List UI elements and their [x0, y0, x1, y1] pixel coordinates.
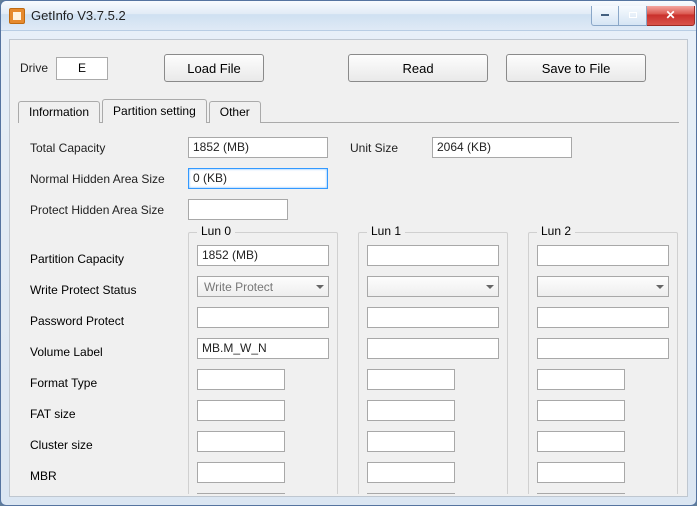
minimize-button[interactable]: [591, 6, 619, 26]
lun2-volume-label[interactable]: [537, 338, 669, 359]
close-icon: ✕: [665, 8, 675, 22]
write-protect-status-label: Write Protect Status: [30, 283, 188, 297]
chevron-down-icon: [316, 285, 324, 289]
lun2-legend: Lun 2: [537, 224, 575, 238]
chevron-down-icon: [656, 285, 664, 289]
app-icon: [9, 8, 25, 24]
lun0-volume-label[interactable]: MB.M_W_N: [197, 338, 329, 359]
minimize-icon: [601, 14, 609, 16]
lun1-legend: Lun 1: [367, 224, 405, 238]
lun0-mbr[interactable]: [197, 462, 285, 483]
tab-information[interactable]: Information: [18, 101, 100, 123]
total-capacity-input[interactable]: 1852 (MB): [188, 137, 328, 158]
normal-hidden-label: Normal Hidden Area Size: [30, 172, 188, 186]
format-type-label: Format Type: [30, 376, 188, 390]
client-area: Drive E Load File Read Save to File Info…: [9, 39, 688, 497]
lun1-cluster-size[interactable]: [367, 431, 455, 452]
lun1-fixed-disk[interactable]: [367, 493, 455, 494]
normal-hidden-input[interactable]: 0 (KB): [188, 168, 328, 189]
lun1-group: Lun 1: [358, 232, 508, 494]
partition-capacity-label: Partition Capacity: [30, 252, 188, 266]
total-capacity-label: Total Capacity: [30, 141, 188, 155]
maximize-icon: [629, 12, 637, 18]
lun1-format-type[interactable]: [367, 369, 455, 390]
drive-label: Drive: [20, 61, 48, 75]
lun2-partition-capacity[interactable]: [537, 245, 669, 266]
toolbar: Drive E Load File Read Save to File: [10, 40, 687, 92]
lun2-format-type[interactable]: [537, 369, 625, 390]
tab-other[interactable]: Other: [209, 101, 261, 123]
unit-size-input[interactable]: 2064 (KB): [432, 137, 572, 158]
lun0-fat-size[interactable]: [197, 400, 285, 421]
window-title: GetInfo V3.7.5.2: [31, 8, 126, 23]
unit-size-label: Unit Size: [350, 141, 432, 155]
lun0-legend: Lun 0: [197, 224, 235, 238]
lun0-group: Lun 0 1852 (MB) Write Protect MB.M_W_N N…: [188, 232, 338, 494]
lun0-partition-capacity[interactable]: 1852 (MB): [197, 245, 329, 266]
save-to-file-button[interactable]: Save to File: [506, 54, 646, 82]
load-file-label: Load File: [187, 61, 240, 76]
close-button[interactable]: ✕: [647, 6, 695, 26]
lun2-write-protect-select[interactable]: [537, 276, 669, 297]
lun2-fat-size[interactable]: [537, 400, 625, 421]
protect-hidden-input[interactable]: [188, 199, 288, 220]
window-controls: ✕: [591, 6, 695, 26]
lun2-password-protect[interactable]: [537, 307, 669, 328]
lun0-format-type[interactable]: [197, 369, 285, 390]
tab-strip: Information Partition setting Other: [18, 98, 687, 122]
load-file-button[interactable]: Load File: [164, 54, 264, 82]
cluster-size-label: Cluster size: [30, 438, 188, 452]
lun2-fixed-disk[interactable]: [537, 493, 625, 494]
lun1-volume-label[interactable]: [367, 338, 499, 359]
lun1-password-protect[interactable]: [367, 307, 499, 328]
top-fields: Total Capacity 1852 (MB) Unit Size 2064 …: [30, 137, 679, 220]
lun0-write-protect-select[interactable]: Write Protect: [197, 276, 329, 297]
mbr-label: MBR: [30, 469, 188, 483]
main-window: GetInfo V3.7.5.2 ✕ Drive E Load File Rea…: [0, 0, 697, 506]
lun1-partition-capacity[interactable]: [367, 245, 499, 266]
tab-partition-setting[interactable]: Partition setting: [102, 99, 207, 123]
fat-size-label: FAT size: [30, 407, 188, 421]
lun2-mbr[interactable]: [537, 462, 625, 483]
read-label: Read: [402, 61, 433, 76]
password-protect-label: Password Protect: [30, 314, 188, 328]
lun1-fat-size[interactable]: [367, 400, 455, 421]
lun2-cluster-size[interactable]: [537, 431, 625, 452]
lun0-write-protect-value: Write Protect: [204, 280, 273, 294]
titlebar[interactable]: GetInfo V3.7.5.2 ✕: [1, 1, 696, 31]
volume-label-label: Volume Label: [30, 345, 188, 359]
protect-hidden-label: Protect Hidden Area Size: [30, 203, 188, 217]
drive-input[interactable]: E: [56, 57, 108, 80]
tab-panel-partition: Total Capacity 1852 (MB) Unit Size 2064 …: [18, 122, 679, 494]
lun0-fixed-disk[interactable]: No: [197, 493, 285, 494]
chevron-down-icon: [486, 285, 494, 289]
save-label: Save to File: [542, 61, 611, 76]
lun-section: Partition Capacity Write Protect Status …: [30, 232, 679, 494]
lun0-password-protect[interactable]: [197, 307, 329, 328]
lun2-group: Lun 2: [528, 232, 678, 494]
lun0-cluster-size[interactable]: [197, 431, 285, 452]
lun1-mbr[interactable]: [367, 462, 455, 483]
read-button[interactable]: Read: [348, 54, 488, 82]
maximize-button[interactable]: [619, 6, 647, 26]
lun1-write-protect-select[interactable]: [367, 276, 499, 297]
lun-row-labels: Partition Capacity Write Protect Status …: [30, 232, 188, 494]
